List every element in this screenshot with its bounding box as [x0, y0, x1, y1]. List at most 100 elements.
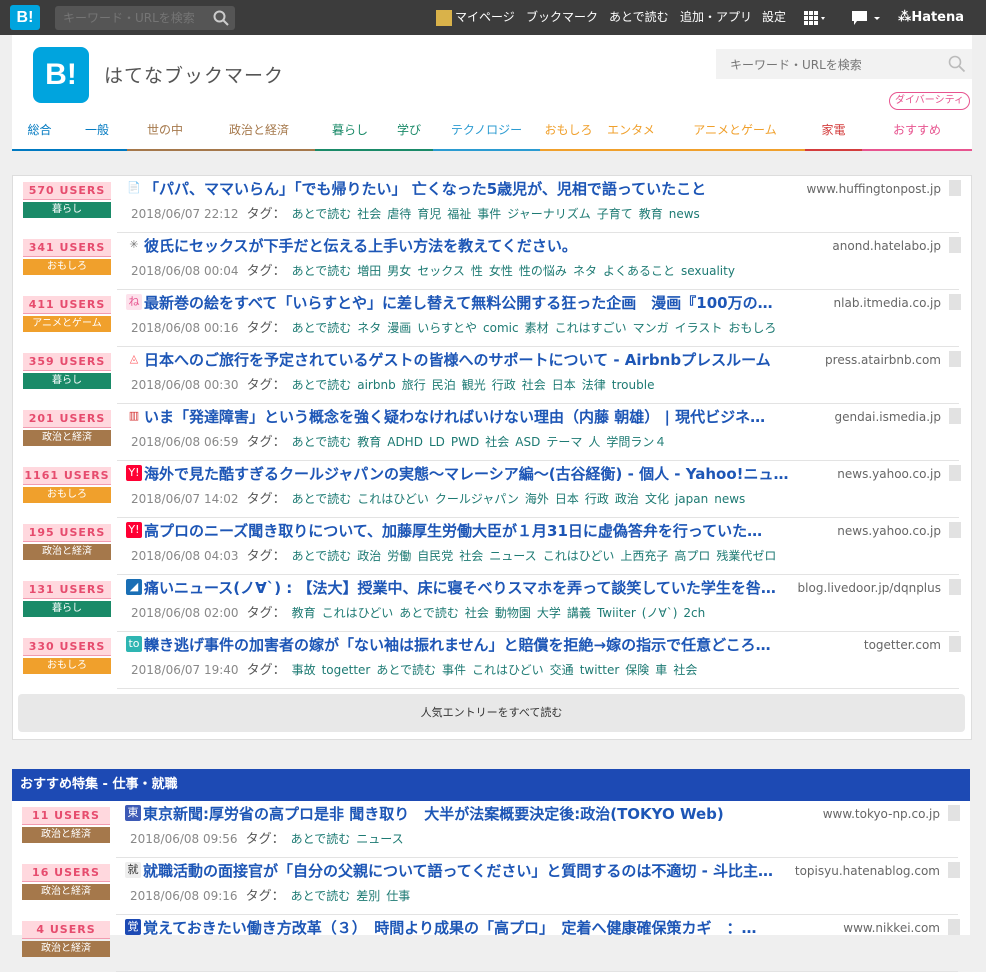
tag-link[interactable]: 男女 — [387, 264, 411, 278]
users-count[interactable]: 1161 USERS — [23, 467, 111, 485]
entry-domain[interactable]: nlab.itmedia.co.jp — [834, 296, 941, 310]
tag-link[interactable]: 社会 — [465, 606, 489, 620]
tag-link[interactable]: ニュース — [356, 832, 403, 846]
tag-link[interactable]: 事件 — [477, 207, 501, 221]
tag-link[interactable]: 学問ラン４ — [606, 435, 666, 449]
tag-link[interactable]: sexuality — [681, 264, 735, 278]
nav-item[interactable]: アニメとゲーム — [665, 112, 805, 151]
tag-link[interactable]: 2ch — [683, 606, 705, 620]
tag-link[interactable]: 漫画 — [387, 321, 411, 335]
tag-link[interactable]: 上西充子 — [620, 549, 668, 563]
category-label[interactable]: アニメとゲーム — [23, 316, 111, 332]
entry-title[interactable]: 轢き逃げ事件の加害者の嫁が「ない袖は振れません」と賠償を拒絶→嫁の指示で任意どこ… — [144, 634, 819, 656]
tag-link[interactable]: 民泊 — [432, 378, 456, 392]
tag-link[interactable]: おもしろ — [728, 321, 776, 335]
tag-link[interactable]: あとで読む — [291, 889, 351, 903]
tag-link[interactable]: あとで読む — [399, 606, 459, 620]
hatena-bookmark-logo[interactable]: B! — [10, 5, 40, 30]
tag-link[interactable]: 高プロ — [674, 549, 710, 563]
bookmark-icon[interactable] — [949, 408, 961, 424]
tag-link[interactable]: 仕事 — [386, 889, 410, 903]
tag-link[interactable]: 事件 — [442, 663, 466, 677]
nav-item[interactable]: おすすめ — [862, 112, 972, 151]
tag-link[interactable]: 性 — [471, 264, 483, 278]
feature-heading[interactable]: おすすめ特集 - 仕事・就職 — [12, 769, 970, 801]
tag-link[interactable]: あとで読む — [292, 435, 352, 449]
tag-link[interactable]: 車 — [655, 663, 667, 677]
category-label[interactable]: 政治と経済 — [23, 430, 111, 446]
users-count[interactable]: 359 USERS — [23, 353, 111, 371]
apps-grid-icon[interactable] — [804, 0, 826, 35]
bookmark-icon[interactable] — [949, 522, 961, 538]
entry-title[interactable]: 海外で見た酷すぎるクールジャパンの実態～マレーシア編～(古谷経衡) - 個人 -… — [144, 463, 819, 485]
tag-link[interactable]: 社会 — [357, 207, 381, 221]
users-count[interactable]: 341 USERS — [23, 239, 111, 257]
category-label[interactable]: 暮らし — [23, 202, 111, 218]
tag-link[interactable]: togetter — [322, 663, 371, 677]
tag-link[interactable]: news — [669, 207, 700, 221]
users-count[interactable]: 131 USERS — [23, 581, 111, 599]
nav-item[interactable]: エンタメ — [597, 112, 665, 151]
tag-link[interactable]: これはひどい — [472, 663, 544, 677]
tag-link[interactable]: 教育 — [639, 207, 663, 221]
tag-link[interactable]: 大学 — [537, 606, 561, 620]
tag-link[interactable]: 素材 — [525, 321, 549, 335]
read-all-button[interactable]: 人気エントリーをすべて読む — [18, 694, 965, 732]
bookmark-logo[interactable]: B! — [33, 47, 89, 103]
entry-domain[interactable]: anond.hatelabo.jp — [832, 239, 941, 253]
tag-link[interactable]: 労働 — [387, 549, 411, 563]
tag-link[interactable]: ASD — [515, 435, 540, 449]
tag-link[interactable]: 日本 — [552, 378, 576, 392]
bookmark-icon[interactable] — [948, 805, 960, 821]
tag-link[interactable]: LD — [429, 435, 445, 449]
users-count[interactable]: 11 USERS — [22, 807, 110, 825]
mypage-link[interactable]: マイページ — [436, 0, 515, 35]
tag-link[interactable]: 文化 — [645, 492, 669, 506]
users-count[interactable]: 201 USERS — [23, 410, 111, 428]
category-label[interactable]: おもしろ — [23, 259, 111, 275]
tag-link[interactable]: ジャーナリズム — [507, 207, 590, 221]
add-app-link[interactable]: 追加・アプリ — [680, 0, 752, 35]
tag-link[interactable]: 交通 — [550, 663, 574, 677]
tag-link[interactable]: 動物園 — [495, 606, 531, 620]
read-later-link[interactable]: あとで読む — [609, 0, 669, 35]
tag-link[interactable]: これはひどい — [357, 492, 429, 506]
tag-link[interactable]: 女性 — [489, 264, 513, 278]
tag-link[interactable]: マンガ — [633, 321, 669, 335]
nav-item[interactable]: 総合 — [12, 112, 67, 151]
tag-link[interactable]: 教育 — [357, 435, 381, 449]
tag-link[interactable]: よくあること — [603, 264, 675, 278]
search-icon[interactable] — [213, 10, 229, 30]
tag-link[interactable]: ADHD — [387, 435, 423, 449]
tag-link[interactable]: 福祉 — [447, 207, 471, 221]
nav-item[interactable]: テクノロジー — [433, 112, 540, 151]
nav-item[interactable]: 家電 — [805, 112, 862, 151]
tag-link[interactable]: 増田 — [357, 264, 381, 278]
tag-link[interactable]: これはひどい — [543, 549, 615, 563]
tag-link[interactable]: あとで読む — [292, 264, 352, 278]
nav-item[interactable]: 世の中 — [127, 112, 203, 151]
tag-link[interactable]: 社会 — [673, 663, 697, 677]
top-search-input[interactable] — [55, 6, 208, 30]
tag-link[interactable]: news — [714, 492, 745, 506]
nav-item[interactable]: 暮らし — [315, 112, 385, 151]
entry-domain[interactable]: news.yahoo.co.jp — [837, 524, 941, 538]
users-count[interactable]: 195 USERS — [23, 524, 111, 542]
tag-link[interactable]: あとで読む — [292, 378, 352, 392]
tag-link[interactable]: 育児 — [417, 207, 441, 221]
entry-domain[interactable]: togetter.com — [864, 638, 941, 652]
tag-link[interactable]: イラスト — [675, 321, 723, 335]
bookmark-icon[interactable] — [949, 351, 961, 367]
tag-link[interactable]: あとで読む — [376, 663, 436, 677]
bookmark-icon[interactable] — [949, 237, 961, 253]
tag-link[interactable]: 行政 — [492, 378, 516, 392]
users-count[interactable]: 16 USERS — [22, 864, 110, 882]
entry-domain[interactable]: topisyu.hatenablog.com — [795, 864, 940, 878]
entry-title[interactable]: 最新巻の絵をすべて「いらすとや」に差し替えて無料公開する狂った企画 漫画『100… — [144, 292, 819, 314]
entry-title[interactable]: 日本へのご旅行を予定されているゲストの皆様へのサポートについて - Airbnb… — [144, 349, 819, 371]
tag-link[interactable]: 自民党 — [417, 549, 453, 563]
tag-link[interactable]: テーマ — [546, 435, 582, 449]
category-label[interactable]: 政治と経済 — [22, 827, 110, 843]
settings-link[interactable]: 設定 — [762, 0, 786, 35]
tag-link[interactable]: 社会 — [459, 549, 483, 563]
